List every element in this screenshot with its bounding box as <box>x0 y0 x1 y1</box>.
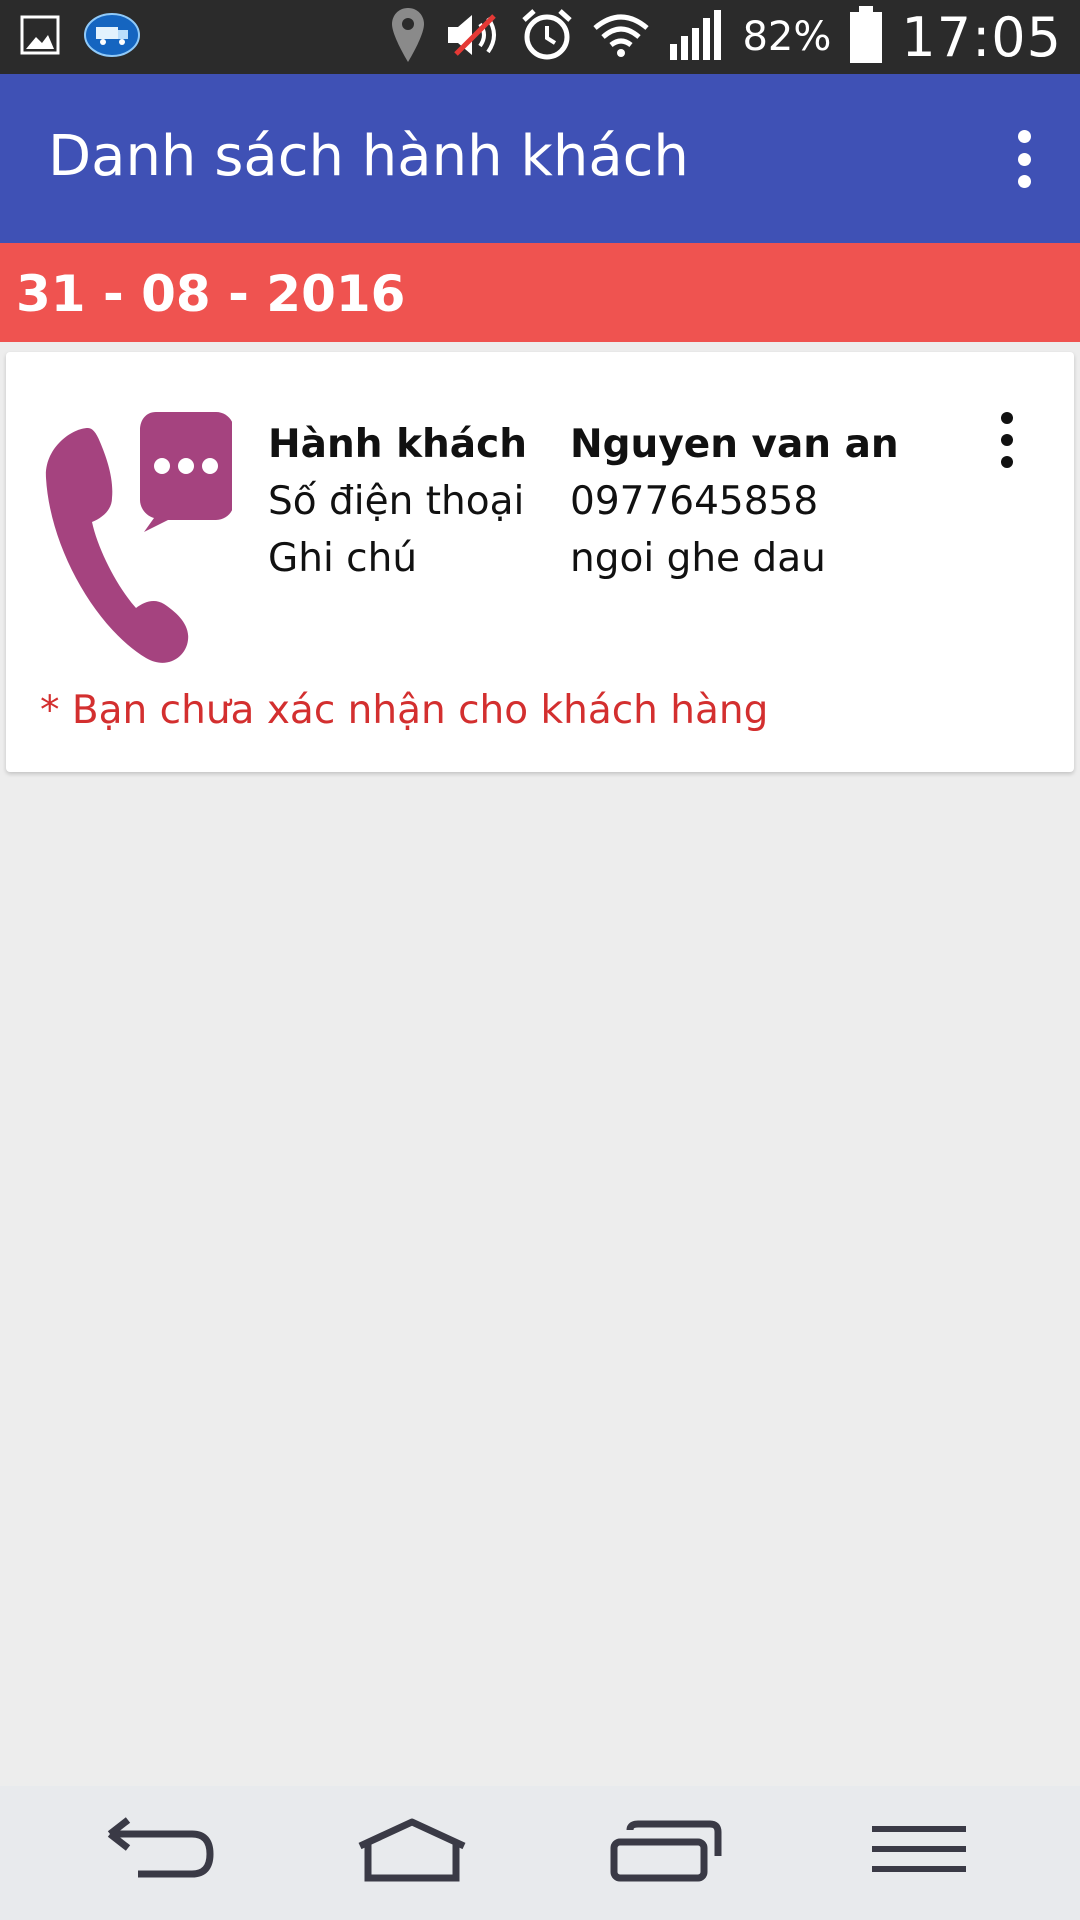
passenger-card[interactable]: Hành khách Nguyen van an Số điện thoại 0… <box>6 352 1074 772</box>
truck-app-icon <box>84 13 140 61</box>
home-icon[interactable] <box>352 1816 472 1886</box>
navigation-bar <box>0 1786 1080 1920</box>
location-icon <box>390 6 426 68</box>
battery-percent: 82% <box>742 14 832 60</box>
phone-chat-icon <box>36 408 234 664</box>
date-label: 31 - 08 - 2016 <box>16 265 406 323</box>
signal-icon <box>668 8 724 66</box>
passenger-phone-label: Số điện thoại <box>268 479 525 524</box>
overflow-menu-icon[interactable] <box>994 126 1054 192</box>
status-bar-left <box>20 12 140 62</box>
passenger-name-label: Hành khách <box>268 422 527 467</box>
wifi-icon <box>592 12 650 62</box>
back-icon[interactable] <box>100 1816 220 1886</box>
passenger-note-row: Ghi chú ngoi ghe dau <box>268 530 899 587</box>
card-overflow-menu-icon[interactable] <box>992 412 1022 468</box>
passenger-note-label: Ghi chú <box>268 536 418 581</box>
alarm-icon <box>520 8 574 66</box>
passenger-info: Hành khách Nguyen van an Số điện thoại 0… <box>268 416 899 587</box>
app-bar: Danh sách hành khách <box>0 74 1080 243</box>
recents-icon[interactable] <box>606 1816 726 1886</box>
unconfirmed-warning: * Bạn chưa xác nhận cho khách hàng <box>40 688 769 733</box>
page-title: Danh sách hành khách <box>48 124 689 189</box>
battery-icon <box>849 6 883 68</box>
passenger-phone-value: 0977645858 <box>570 479 819 524</box>
passenger-note-value: ngoi ghe dau <box>570 536 826 581</box>
passenger-name-value: Nguyen van an <box>570 422 899 467</box>
gallery-icon <box>20 15 60 59</box>
status-bar-right: 82% 17:05 <box>390 5 1062 69</box>
passenger-phone-row: Số điện thoại 0977645858 <box>268 473 899 530</box>
date-header: 31 - 08 - 2016 <box>0 243 1080 342</box>
status-bar: 82% 17:05 <box>0 0 1080 74</box>
clock-time: 17:05 <box>901 5 1062 69</box>
passenger-name-row: Hành khách Nguyen van an <box>268 416 899 473</box>
menu-icon[interactable] <box>858 1816 978 1886</box>
mute-icon <box>444 10 502 64</box>
